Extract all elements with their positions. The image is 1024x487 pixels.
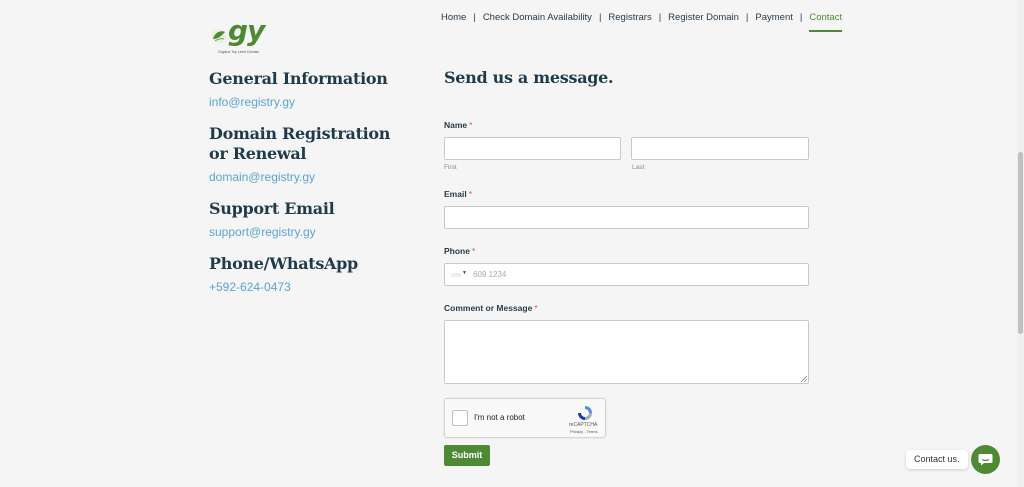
first-name-sublabel: First <box>444 164 457 171</box>
last-name-sublabel: Last <box>632 164 645 171</box>
nav-separator: | <box>658 12 662 23</box>
required-mark: * <box>469 120 473 130</box>
domain-registration-block: Domain Registration or Renewal domain@re… <box>209 124 390 184</box>
form-title: Send us a message. <box>444 68 614 87</box>
phone-placeholder: 609 1234 <box>473 270 507 279</box>
leaf-globe-icon <box>212 29 226 43</box>
nav-separator: | <box>473 12 476 23</box>
chat-button[interactable] <box>971 445 1000 474</box>
phone-heading: Phone/WhatsApp <box>209 254 358 273</box>
name-label-text: Name <box>444 120 468 130</box>
support-email-link[interactable]: support@registry.gy <box>209 225 334 239</box>
required-mark: * <box>534 303 538 313</box>
nav-separator: | <box>598 12 602 23</box>
contact-us-bubble[interactable]: Contact us. <box>906 450 968 469</box>
phone-label: Phone * <box>444 246 475 256</box>
comment-label: Comment or Message * <box>444 303 538 313</box>
last-name-input[interactable] <box>631 137 809 160</box>
support-email-block: Support Email support@registry.gy <box>209 199 335 239</box>
domain-registration-heading-line2: or Renewal <box>209 144 307 163</box>
name-label: Name * <box>444 120 472 130</box>
nav-item-home[interactable]: Home <box>441 12 466 23</box>
country-dropdown-caret-icon[interactable]: ▼ <box>462 270 467 276</box>
general-info-email-link[interactable]: info@registry.gy <box>209 95 388 109</box>
domain-registration-heading: Domain Registration or Renewal <box>209 124 390 164</box>
phone-block: Phone/WhatsApp +592-624-0473 <box>209 254 358 294</box>
submit-button[interactable]: Submit <box>444 445 490 466</box>
resize-handle-icon[interactable] <box>801 376 807 382</box>
nav-item-check-domain[interactable]: Check Domain Availability <box>483 12 592 23</box>
comment-textarea[interactable] <box>444 320 809 384</box>
phone-number-link[interactable]: +592-624-0473 <box>209 280 358 294</box>
nav-item-contact[interactable]: Contact <box>809 12 843 32</box>
required-mark: * <box>468 189 472 199</box>
recaptcha-widget: I'm not a robot reCAPTCHA Privacy - Term… <box>444 398 606 438</box>
first-name-input[interactable] <box>444 137 621 160</box>
page-scrollbar[interactable] <box>1017 0 1024 487</box>
general-info-heading: General Information <box>209 69 388 88</box>
nav-separator: | <box>799 12 803 23</box>
recaptcha-privacy-terms[interactable]: Privacy - Terms <box>570 429 597 434</box>
domain-registration-heading-line1: Domain Registration <box>209 124 391 143</box>
scrollbar-thumb[interactable] <box>1018 152 1023 334</box>
domain-email-link[interactable]: domain@registry.gy <box>209 170 390 184</box>
logo-wordmark: gy <box>228 14 265 47</box>
nav-item-payment[interactable]: Payment <box>755 12 793 23</box>
email-label-text: Email <box>444 189 467 199</box>
nav-item-register-domain[interactable]: Register Domain <box>668 12 739 23</box>
comment-label-text: Comment or Message <box>444 303 533 313</box>
nav-item-registrars[interactable]: Registrars <box>608 12 651 23</box>
recaptcha-label: I'm not a robot <box>474 413 525 422</box>
phone-label-text: Phone <box>444 246 470 256</box>
nav-separator: | <box>745 12 749 23</box>
phone-input[interactable]: ▼ 609 1234 <box>444 263 809 286</box>
required-mark: * <box>471 246 476 256</box>
chat-icon <box>978 454 993 466</box>
recaptcha-checkbox[interactable] <box>452 410 468 426</box>
support-email-heading: Support Email <box>209 199 335 218</box>
general-info-block: General Information info@registry.gy <box>209 69 388 109</box>
email-input[interactable] <box>444 206 809 229</box>
main-nav: Home | Check Domain Availability | Regis… <box>441 12 843 32</box>
logo-tagline: Guyana Top Level Domain <box>218 50 260 54</box>
email-label: Email * <box>444 189 472 199</box>
recaptcha-logo-icon <box>578 406 592 420</box>
site-logo[interactable]: gy Guyana Top Level Domain <box>210 14 270 58</box>
country-flag-icon[interactable] <box>451 273 461 277</box>
recaptcha-brand: reCAPTCHA <box>569 422 598 428</box>
